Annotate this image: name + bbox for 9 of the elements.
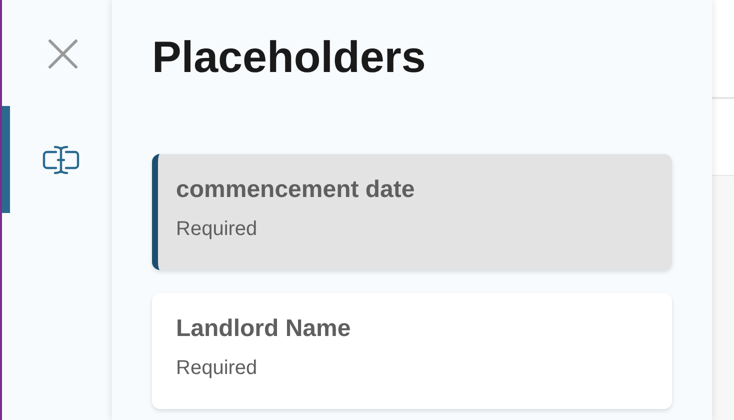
placeholder-card[interactable]: commencement date Required bbox=[152, 154, 672, 270]
required-label: Required bbox=[176, 357, 258, 380]
placeholder-name: Landlord Name bbox=[176, 315, 351, 343]
placeholder-name: commencement date bbox=[176, 176, 415, 204]
text-field-icon bbox=[40, 144, 82, 176]
required-label: Required bbox=[176, 218, 258, 241]
panel-title: Placeholders bbox=[152, 32, 426, 84]
placeholder-card[interactable]: Landlord Name Required bbox=[152, 293, 672, 409]
close-icon bbox=[48, 39, 78, 69]
